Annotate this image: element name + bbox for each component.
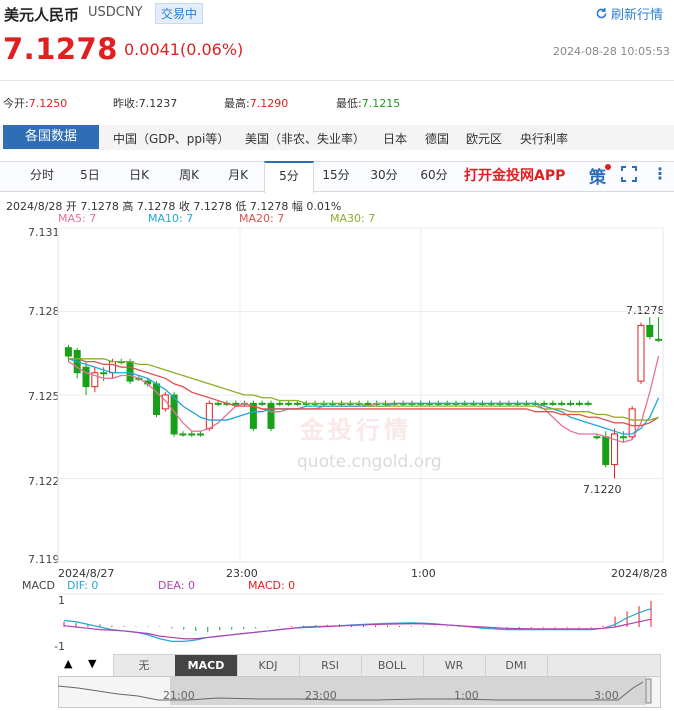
candle-body: [232, 402, 240, 405]
candle-body: [214, 402, 222, 405]
scroll-right-button[interactable]: ▼: [88, 657, 96, 670]
candle-body: [619, 436, 627, 439]
candle-body: [197, 433, 205, 436]
candle-body: [549, 402, 557, 405]
candle-body: [646, 324, 654, 338]
navigator-sparkline: [58, 677, 652, 705]
candle-body: [285, 402, 293, 405]
candle-body: [637, 324, 645, 382]
candle-body: [575, 402, 583, 405]
candle-body: [584, 402, 592, 405]
indicator-tab-rsi[interactable]: RSI: [299, 655, 362, 676]
kline-chart[interactable]: [0, 0, 674, 711]
scroll-left-button[interactable]: ▲: [64, 657, 72, 670]
candle-body: [82, 366, 90, 388]
navigator-label: 1:00: [454, 689, 479, 702]
candle-body: [540, 402, 548, 405]
navigator-label: 21:00: [163, 689, 195, 702]
candle-body: [161, 394, 169, 410]
indicator-tab-macd[interactable]: MACD: [175, 655, 238, 676]
candle-body: [152, 383, 160, 415]
indicator-tab-dmi[interactable]: DMI: [485, 655, 548, 676]
candle-body: [108, 361, 116, 374]
indicator-tab-boll[interactable]: BOLL: [361, 655, 424, 676]
candle-body: [276, 402, 284, 405]
candle-body: [179, 433, 187, 436]
navigator-label: 3:00: [594, 689, 619, 702]
candle-body: [602, 436, 610, 466]
indicator-tab-wr[interactable]: WR: [423, 655, 486, 676]
candle-body: [364, 402, 372, 405]
candle-body: [188, 433, 196, 436]
candle-body: [100, 372, 108, 375]
candle-body: [64, 347, 72, 357]
candle-body: [258, 402, 266, 405]
indicator-tab-kdj[interactable]: KDJ: [237, 655, 300, 676]
candle-body: [267, 402, 275, 429]
candle-body: [593, 436, 601, 439]
candle-body: [558, 402, 566, 405]
candle-body: [567, 402, 575, 405]
candle-body: [126, 361, 134, 382]
candle-body: [293, 402, 301, 405]
candle-body: [655, 338, 663, 341]
indicator-tab-none[interactable]: 无: [113, 655, 176, 676]
navigator-label: 23:00: [305, 689, 337, 702]
candle-body: [205, 402, 213, 429]
